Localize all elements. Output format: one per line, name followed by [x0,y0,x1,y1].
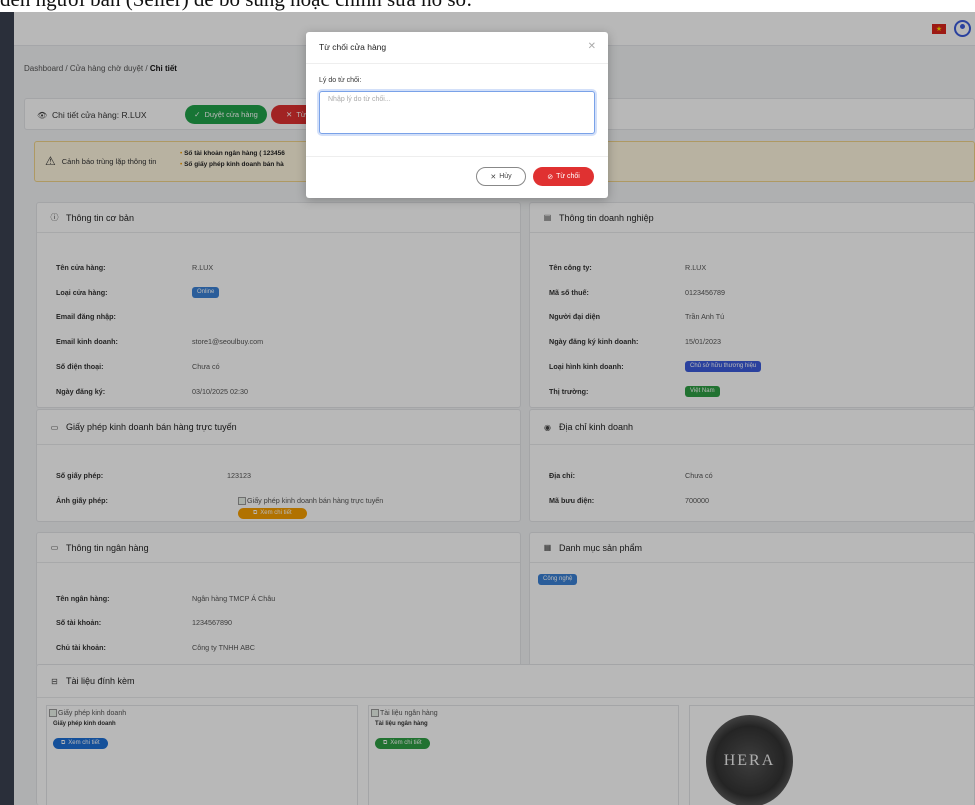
reject-reason-input[interactable] [319,91,595,134]
cancel-button[interactable]: ✕ Hủy [476,167,526,186]
block-icon: ⊘ [547,173,554,181]
reject-reason-label: Lý do từ chối: [319,77,362,84]
x-icon: ✕ [490,173,497,181]
sidebar-strip [0,12,14,805]
modal-title: Từ chối cửa hàng [319,42,387,52]
reject-store-modal: Từ chối cửa hàng ✕ Lý do từ chối: ✕ Hủy … [306,32,608,198]
close-icon[interactable]: ✕ [588,41,596,52]
confirm-reject-button[interactable]: ⊘ Từ chối [533,167,594,186]
document-caption: đến người bán (Seller) để bổ sung hoặc c… [0,0,975,12]
